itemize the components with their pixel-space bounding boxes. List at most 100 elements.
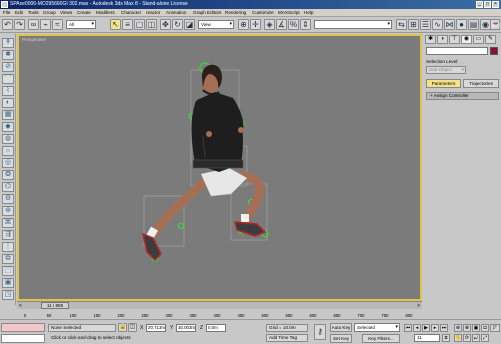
tool-18-icon[interactable]: ⋮ <box>2 242 14 252</box>
window-crossing-icon[interactable]: ◫ <box>146 19 157 30</box>
reference-coordinate-dropdown[interactable]: View ▾ <box>198 20 234 29</box>
zoom-extents-icon[interactable]: ▣ <box>472 324 480 332</box>
rotate-icon[interactable]: ↻ <box>172 19 183 30</box>
tool-15-icon[interactable]: ⊛ <box>2 206 14 216</box>
angle-snap-icon[interactable]: ∡ <box>276 19 287 30</box>
menu-maxscript[interactable]: MAXScript <box>278 10 300 15</box>
move-icon[interactable]: ✥ <box>160 19 171 30</box>
tool-4-icon[interactable]: ⌒ <box>2 74 14 84</box>
motion-tab-icon[interactable]: ◉ <box>461 35 472 44</box>
x-coordinate-field[interactable]: 20.713m <box>146 324 166 332</box>
fov-icon[interactable]: ◸ <box>490 324 500 332</box>
menu-character[interactable]: Character <box>121 10 141 15</box>
orbit-icon[interactable]: ⟳ <box>463 334 471 342</box>
zoom-extents-all-icon[interactable]: ◘ <box>481 324 489 332</box>
tool-1-icon[interactable]: ↟ <box>2 38 14 48</box>
next-frame-icon[interactable]: ▸ <box>431 324 439 332</box>
add-time-tag[interactable]: Add Time Tag <box>266 334 308 342</box>
zoom-icon[interactable]: ⊕ <box>454 324 462 332</box>
tool-5-icon[interactable]: ⌇ <box>2 86 14 96</box>
create-tab-icon[interactable]: ✱ <box>425 35 436 44</box>
display-tab-icon[interactable]: ▭ <box>473 35 484 44</box>
utilities-tab-icon[interactable]: ✎ <box>485 35 496 44</box>
menu-animation[interactable]: Animation <box>166 10 186 15</box>
time-config-icon[interactable]: ⧖ <box>442 334 450 342</box>
scale-icon[interactable]: ◪ <box>184 19 195 30</box>
min-max-toggle-icon[interactable]: ⤢ <box>481 334 489 342</box>
time-slider-thumb[interactable]: 11 / 895 <box>41 302 69 309</box>
curve-editor-icon[interactable]: ∿ <box>432 19 443 30</box>
named-selection-dropdown[interactable]: ▾ <box>314 20 392 29</box>
bind-icon[interactable]: ≈ <box>52 19 63 30</box>
undo-icon[interactable]: ↶ <box>2 19 13 30</box>
tool-2-icon[interactable]: ✱ <box>2 50 14 60</box>
key-filters-button[interactable]: Key Filters... <box>362 334 400 343</box>
tool-14-icon[interactable]: ⚙ <box>2 194 14 204</box>
key-mode-dropdown[interactable]: Selected ▾ <box>354 323 400 332</box>
absolute-mode-icon[interactable]: ◫ <box>128 323 137 332</box>
arc-rotate-icon[interactable]: ⤾ <box>472 334 480 342</box>
modify-tab-icon[interactable]: ◖ <box>437 35 448 44</box>
maxscript-listener-bottom[interactable] <box>1 334 45 343</box>
maximize-button[interactable]: □ <box>484 1 491 8</box>
perspective-viewport[interactable]: Perspective <box>17 34 422 301</box>
pivot-icon[interactable]: ⊕ <box>238 19 249 30</box>
play-icon[interactable]: ▶ <box>422 324 430 332</box>
manipulate-icon[interactable]: ✛ <box>250 19 261 30</box>
layer-icon[interactable]: ☰ <box>420 19 431 30</box>
select-icon[interactable]: ↖ <box>110 19 121 30</box>
current-frame-field[interactable]: 11 <box>414 334 440 342</box>
tool-3-icon[interactable]: ⊘ <box>2 62 14 72</box>
link-icon[interactable]: ∞ <box>28 19 39 30</box>
assign-controller-rollout[interactable]: + Assign Controller <box>426 92 499 100</box>
goto-start-icon[interactable]: ⏮ <box>404 324 412 332</box>
tool-10-icon[interactable]: ☼ <box>2 146 14 156</box>
menu-create[interactable]: Create <box>77 10 91 15</box>
menu-edit[interactable]: Edit <box>15 10 23 15</box>
tool-11-icon[interactable]: ◎ <box>2 158 14 168</box>
menu-views[interactable]: Views <box>60 10 72 15</box>
tool-12-icon[interactable]: ❂ <box>2 170 14 180</box>
tool-20-icon[interactable]: ⬚ <box>2 266 14 276</box>
render-setup-icon[interactable]: ▤ <box>468 19 479 30</box>
auto-key-button[interactable]: Auto Key <box>330 323 352 332</box>
menu-reactor[interactable]: reactor <box>146 10 160 15</box>
menu-modifiers[interactable]: Modifiers <box>96 10 115 15</box>
minimize-button[interactable]: _ <box>476 1 483 8</box>
tool-9-icon[interactable]: ◍ <box>2 134 14 144</box>
tool-22-icon[interactable]: ◳ <box>2 290 14 300</box>
select-by-name-icon[interactable]: ≡ <box>122 19 133 30</box>
close-button[interactable]: × <box>492 1 499 8</box>
tool-13-icon[interactable]: ⌬ <box>2 182 14 192</box>
tool-16-icon[interactable]: ⌘ <box>2 218 14 228</box>
spinner-snap-icon[interactable]: ⇕ <box>300 19 311 30</box>
tool-7-icon[interactable]: ▦ <box>2 110 14 120</box>
snap-icon[interactable]: ◈ <box>264 19 275 30</box>
mirror-icon[interactable]: ⇆ <box>396 19 407 30</box>
quick-render-icon[interactable]: ☕ <box>490 19 501 30</box>
key-icon[interactable]: ⚷ <box>314 324 326 340</box>
menu-group[interactable]: Group <box>43 10 56 15</box>
set-key-button[interactable]: Set Key <box>330 334 352 343</box>
tool-6-icon[interactable]: ◐ <box>2 98 14 108</box>
object-color-swatch[interactable] <box>490 47 498 55</box>
percent-snap-icon[interactable]: % <box>288 19 299 30</box>
parameters-button[interactable]: Parameters <box>426 79 461 88</box>
unlink-icon[interactable]: ⌁ <box>40 19 51 30</box>
time-slider[interactable]: < 11 / 895 > <box>17 301 422 309</box>
trackbar[interactable]: 0 50 100 150 200 250 300 350 400 450 500… <box>17 309 422 319</box>
prev-frame-icon[interactable]: ◂ <box>413 324 421 332</box>
selection-filter-dropdown[interactable]: All ▾ <box>66 20 96 29</box>
hierarchy-tab-icon[interactable]: ⊤ <box>449 35 460 44</box>
object-name-field[interactable] <box>426 47 488 55</box>
menu-rendering[interactable]: Rendering <box>225 10 246 15</box>
z-coordinate-field[interactable]: 0.0m <box>206 324 226 332</box>
lock-selection-icon[interactable]: 🔒 <box>118 323 127 332</box>
tool-8-icon[interactable]: ◆ <box>2 122 14 132</box>
trajectories-button[interactable]: Trajectories <box>463 79 499 88</box>
y-coordinate-field[interactable]: 30.003m <box>176 324 196 332</box>
menu-help[interactable]: Help <box>304 10 313 15</box>
tool-19-icon[interactable]: ⧉ <box>2 254 14 264</box>
redo-icon[interactable]: ↷ <box>14 19 25 30</box>
align-icon[interactable]: ⊞ <box>408 19 419 30</box>
